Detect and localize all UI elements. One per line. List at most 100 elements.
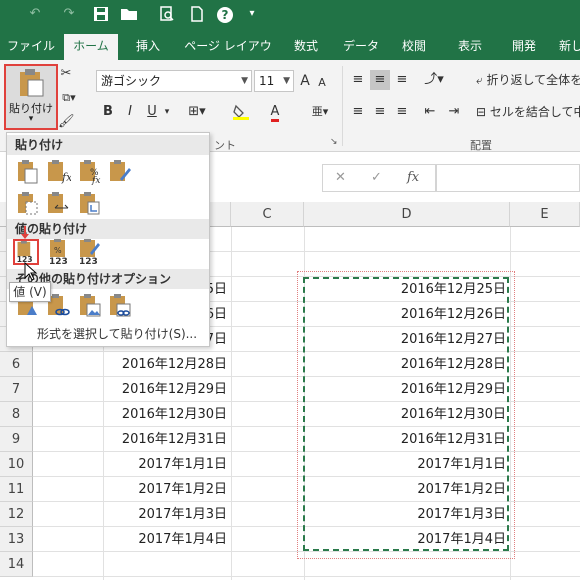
ribbon-tabs: ファイル ホーム 挿入 ページ レイアウト 数式 データ 校閲 表示 開発 新し bbox=[0, 28, 580, 77]
open-folder-icon[interactable] bbox=[118, 4, 140, 24]
cell-b[interactable]: 2017年1月3日 bbox=[103, 502, 227, 527]
row-header[interactable]: 10 bbox=[0, 452, 33, 477]
insert-function-icon[interactable]: fx bbox=[407, 170, 419, 185]
row-header[interactable]: 7 bbox=[0, 377, 33, 402]
svg-text:%: % bbox=[54, 246, 62, 255]
row-header[interactable]: 12 bbox=[0, 502, 33, 527]
save-icon[interactable] bbox=[90, 4, 112, 24]
mouse-cursor-icon bbox=[24, 262, 38, 281]
cell-b[interactable]: 2016年12月29日 bbox=[103, 377, 227, 402]
merge-center-button[interactable]: ⊟ セルを結合して中 bbox=[476, 102, 580, 122]
cell-b[interactable]: 2016年12月30日 bbox=[103, 402, 227, 427]
paste-section-header: 貼り付け bbox=[7, 135, 209, 155]
undo-icon[interactable]: ↶ bbox=[24, 4, 46, 24]
paste-values-source-format-icon[interactable]: 123 bbox=[77, 239, 103, 265]
underline-button[interactable]: U bbox=[144, 102, 160, 122]
cell-d[interactable] bbox=[304, 227, 506, 252]
shrink-font-button[interactable]: A bbox=[316, 73, 328, 93]
bold-button[interactable]: B bbox=[100, 102, 116, 122]
cell-b[interactable]: 2017年1月1日 bbox=[103, 452, 227, 477]
group-label-font: ント bbox=[214, 139, 236, 152]
enter-icon[interactable]: ✓ bbox=[371, 170, 382, 185]
paste-special-menu-item[interactable]: 形式を選択して貼り付け(S)... bbox=[37, 325, 197, 342]
row-header[interactable]: 13 bbox=[0, 527, 33, 552]
align-bottom-icon[interactable]: ≡ bbox=[392, 70, 412, 90]
paste-keep-column-widths-icon[interactable] bbox=[45, 191, 71, 217]
paste-values-source-format-label: 123 bbox=[79, 257, 98, 265]
formula-input[interactable] bbox=[436, 164, 580, 192]
align-middle-icon[interactable]: ≡ bbox=[370, 70, 390, 90]
cell-b[interactable]: 2017年1月2日 bbox=[103, 477, 227, 502]
clipboard-icon bbox=[20, 69, 44, 97]
paste-keep-source-format-icon[interactable] bbox=[107, 159, 133, 185]
tab-view[interactable]: 表示 bbox=[450, 34, 490, 60]
tab-home[interactable]: ホーム bbox=[64, 34, 118, 60]
fill-color-icon[interactable] bbox=[228, 102, 254, 122]
tab-new[interactable]: 新し bbox=[556, 34, 580, 60]
customize-toolbar-icon[interactable]: ▾ bbox=[244, 4, 260, 24]
help-icon[interactable]: ? bbox=[214, 4, 236, 24]
cancel-icon[interactable]: ✕ bbox=[335, 170, 346, 185]
align-center-icon[interactable]: ≡ bbox=[370, 102, 390, 122]
redo-icon[interactable]: ↷ bbox=[58, 4, 80, 24]
font-size-select[interactable]: 11 ▼ bbox=[254, 70, 294, 92]
cut-icon[interactable]: ✂ bbox=[58, 64, 74, 84]
paste-options-menu: 貼り付け fx %fx 値の貼り付け 123 %123 123 その他の貼り付け… bbox=[6, 132, 210, 347]
paste-icon[interactable] bbox=[15, 159, 41, 185]
paste-transpose-icon[interactable] bbox=[77, 191, 103, 217]
column-header-c[interactable]: C bbox=[231, 202, 304, 227]
row-header[interactable]: 9 bbox=[0, 427, 33, 452]
paste-values-section-header: 値の貼り付け bbox=[7, 219, 209, 239]
underline-dropdown[interactable]: ▾ bbox=[162, 102, 172, 122]
decrease-indent-icon[interactable]: ⇤ bbox=[420, 102, 440, 122]
tab-formulas[interactable]: 数式 bbox=[286, 34, 326, 60]
chevron-down-icon: ▾ bbox=[28, 114, 34, 124]
cell-b[interactable] bbox=[103, 552, 227, 577]
tab-insert[interactable]: 挿入 bbox=[128, 34, 168, 60]
print-preview-icon[interactable] bbox=[156, 4, 178, 24]
cell-b[interactable]: 2017年1月4日 bbox=[103, 527, 227, 552]
svg-text:fx: fx bbox=[61, 171, 71, 184]
tab-file[interactable]: ファイル bbox=[6, 34, 56, 60]
paste-values-tooltip: 値 (V) bbox=[9, 282, 51, 302]
cell-b[interactable]: 2016年12月31日 bbox=[103, 427, 227, 452]
wrap-text-button[interactable]: ⤶ 折り返して全体を bbox=[476, 70, 580, 90]
increase-indent-icon[interactable]: ⇥ bbox=[444, 102, 464, 122]
paste-formulas-icon[interactable]: fx bbox=[45, 159, 71, 185]
paste-no-borders-icon[interactable] bbox=[15, 191, 41, 217]
font-name-select[interactable]: 游ゴシック ▼ bbox=[96, 70, 252, 92]
paste-values-number-format-icon[interactable]: % 123 bbox=[47, 239, 73, 265]
row-header[interactable]: 8 bbox=[0, 402, 33, 427]
align-left-icon[interactable]: ≡ bbox=[348, 102, 368, 122]
orientation-icon[interactable]: ⤴▾ bbox=[420, 70, 448, 90]
cell-b[interactable]: 2016年12月28日 bbox=[103, 352, 227, 377]
font-dialog-launcher-icon[interactable]: ↘ bbox=[330, 137, 338, 147]
row-header[interactable]: 6 bbox=[0, 352, 33, 377]
align-right-icon[interactable]: ≡ bbox=[392, 102, 412, 122]
font-color-icon[interactable]: A bbox=[262, 102, 288, 122]
copy-range-marching-ants bbox=[303, 277, 509, 551]
paste-linked-picture-icon[interactable] bbox=[107, 293, 133, 319]
column-header-e[interactable]: E bbox=[510, 202, 580, 227]
formula-buttons: ✕ ✓ fx bbox=[322, 164, 436, 192]
row-header[interactable]: 14 bbox=[0, 552, 33, 577]
paste-picture-icon[interactable] bbox=[77, 293, 103, 319]
tab-review[interactable]: 校閲 bbox=[394, 34, 434, 60]
grow-font-button[interactable]: A bbox=[298, 71, 312, 91]
paste-formulas-number-format-icon[interactable]: % fx bbox=[77, 159, 103, 185]
italic-button[interactable]: I bbox=[122, 102, 138, 122]
tab-data[interactable]: データ bbox=[338, 34, 384, 60]
format-painter-icon[interactable]: 🖌 bbox=[58, 112, 75, 132]
column-header-d[interactable]: D bbox=[304, 202, 510, 227]
row-header[interactable]: 11 bbox=[0, 477, 33, 502]
tab-developer[interactable]: 開発 bbox=[504, 34, 544, 60]
new-document-icon[interactable] bbox=[186, 4, 208, 24]
tab-page-layout[interactable]: ページ レイアウト bbox=[180, 34, 276, 77]
borders-icon[interactable]: ⊞▾ bbox=[184, 102, 210, 122]
title-bar: ↶ ↷ ? ▾ bbox=[0, 0, 580, 28]
copy-icon[interactable]: ⧉▾ bbox=[58, 88, 80, 108]
paste-button[interactable]: 貼り付け ▾ bbox=[4, 64, 58, 130]
align-top-icon[interactable]: ≡ bbox=[348, 70, 368, 90]
phonetic-icon[interactable]: 亜▾ bbox=[308, 102, 332, 122]
group-label-alignment: 配置 bbox=[470, 139, 492, 152]
